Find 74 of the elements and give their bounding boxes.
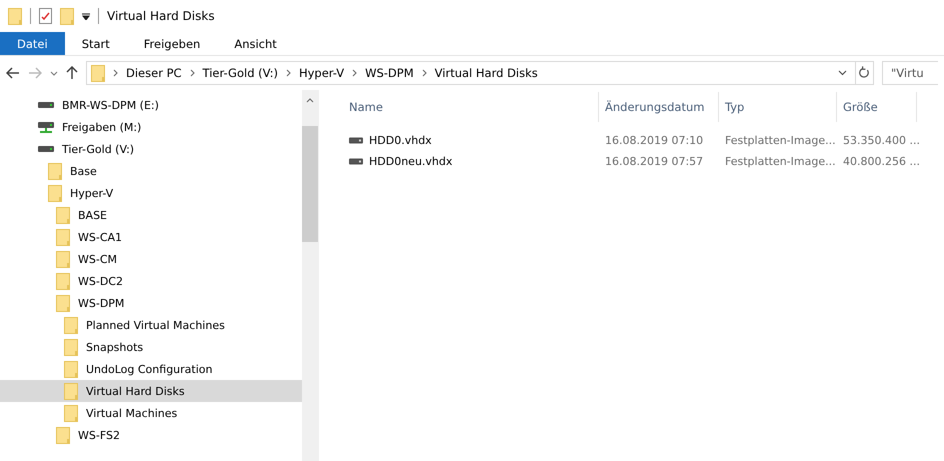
ribbon-tab[interactable]: Ansicht: [217, 32, 294, 55]
folder-icon: [64, 316, 78, 334]
file-name[interactable]: HDD0neu.vhdx: [341, 155, 599, 168]
folder-icon: [91, 64, 105, 82]
network-drive-icon: [38, 120, 54, 134]
chevron-icon: [190, 69, 195, 77]
tree-item[interactable]: WS-DPM: [0, 292, 302, 314]
folder-icon: [56, 426, 70, 444]
breadcrumb[interactable]: WS-DPM: [365, 66, 414, 80]
ribbon-tab[interactable]: Start: [64, 32, 127, 55]
up-arrow-icon[interactable]: [66, 66, 78, 80]
chevron-icon: [286, 69, 291, 77]
drive-icon: [349, 137, 363, 144]
folder-icon: [48, 184, 62, 202]
folder-icon: [48, 162, 62, 180]
breadcrumb[interactable]: Hyper-V: [298, 66, 344, 80]
breadcrumb[interactable]: Dieser PC: [126, 66, 182, 80]
folder-icon: [56, 294, 70, 312]
folder-icon: [60, 8, 74, 24]
drive-icon: [349, 158, 363, 165]
column-header[interactable]: Name: [341, 92, 599, 122]
drive-icon: [38, 145, 54, 153]
column-header[interactable]: Größe: [837, 92, 917, 122]
tree-item[interactable]: WS-DC2: [0, 270, 302, 292]
tree-item[interactable]: Snapshots: [0, 336, 302, 358]
tree-item[interactable]: Base: [0, 160, 302, 182]
breadcrumb[interactable]: Virtual Hard Disks: [434, 66, 538, 80]
scroll-up-icon[interactable]: [306, 98, 314, 103]
tree-item[interactable]: BMR-WS-DPM (E:): [0, 94, 302, 116]
chevron-down-icon[interactable]: [838, 70, 847, 76]
chevron-icon: [422, 69, 427, 77]
breadcrumb[interactable]: Tier-Gold (V:): [202, 66, 278, 80]
ribbon-tab[interactable]: Freigeben: [126, 32, 218, 55]
folder-icon: [64, 382, 78, 400]
folder-icon: [56, 272, 70, 290]
table-cell-text: 40.800.256 ...: [842, 155, 917, 168]
folder-icon: [56, 228, 70, 246]
tree-item[interactable]: Planned Virtual Machines: [0, 314, 302, 336]
table-cell-text: 53.350.400 ...: [842, 134, 917, 147]
table-cell-text: Festplatten-Image...: [724, 155, 837, 168]
tree-item[interactable]: Virtual Hard Disks: [0, 380, 302, 402]
folder-icon: [64, 360, 78, 378]
search-field[interactable]: "Virtu: [882, 61, 938, 85]
back-icon[interactable]: [6, 67, 20, 79]
folder-icon: [64, 338, 78, 356]
address-bar[interactable]: Dieser PC Tier-Gold (V:) Hyper-V WS-DPM Virtual Hard Disks: [86, 61, 874, 85]
ribbon-tab[interactable]: Datei: [0, 32, 65, 55]
column-header[interactable]: Typ: [719, 92, 837, 122]
column-header[interactable]: Änderungsdatum: [599, 92, 719, 122]
table-cell-text: Festplatten-Image...: [724, 134, 837, 147]
chevron-icon: [352, 69, 358, 77]
folder-icon: [56, 250, 70, 268]
tree-item[interactable]: WS-CM: [0, 248, 302, 270]
chevron-down-icon[interactable]: [50, 70, 58, 76]
tree-item[interactable]: Hyper-V: [0, 182, 302, 204]
tree-item[interactable]: UndoLog Configuration: [0, 358, 302, 380]
tree-item[interactable]: WS-FS2: [0, 424, 302, 446]
table-cell-text: 16.08.2019 07:57: [604, 155, 704, 168]
tree-item[interactable]: Freigaben (M:): [0, 116, 302, 138]
file-name[interactable]: HDD0.vhdx: [341, 134, 599, 147]
window-title: Virtual Hard Disks: [107, 9, 215, 23]
tree-item[interactable]: Virtual Machines: [0, 402, 302, 424]
scrollbar[interactable]: [302, 90, 318, 461]
dropdown-icon[interactable]: [82, 12, 90, 20]
tree-item[interactable]: Tier-Gold (V:): [0, 138, 302, 160]
folder-icon: [8, 8, 22, 24]
folder-icon: [56, 206, 70, 224]
tree-item[interactable]: BASE: [0, 204, 302, 226]
folder-icon: [64, 404, 78, 422]
properties-icon[interactable]: [39, 8, 52, 24]
table-cell-text: 16.08.2019 07:10: [604, 134, 704, 147]
drive-icon: [38, 101, 54, 109]
tree-item[interactable]: WS-CA1: [0, 226, 302, 248]
chevron-icon: [113, 69, 118, 77]
